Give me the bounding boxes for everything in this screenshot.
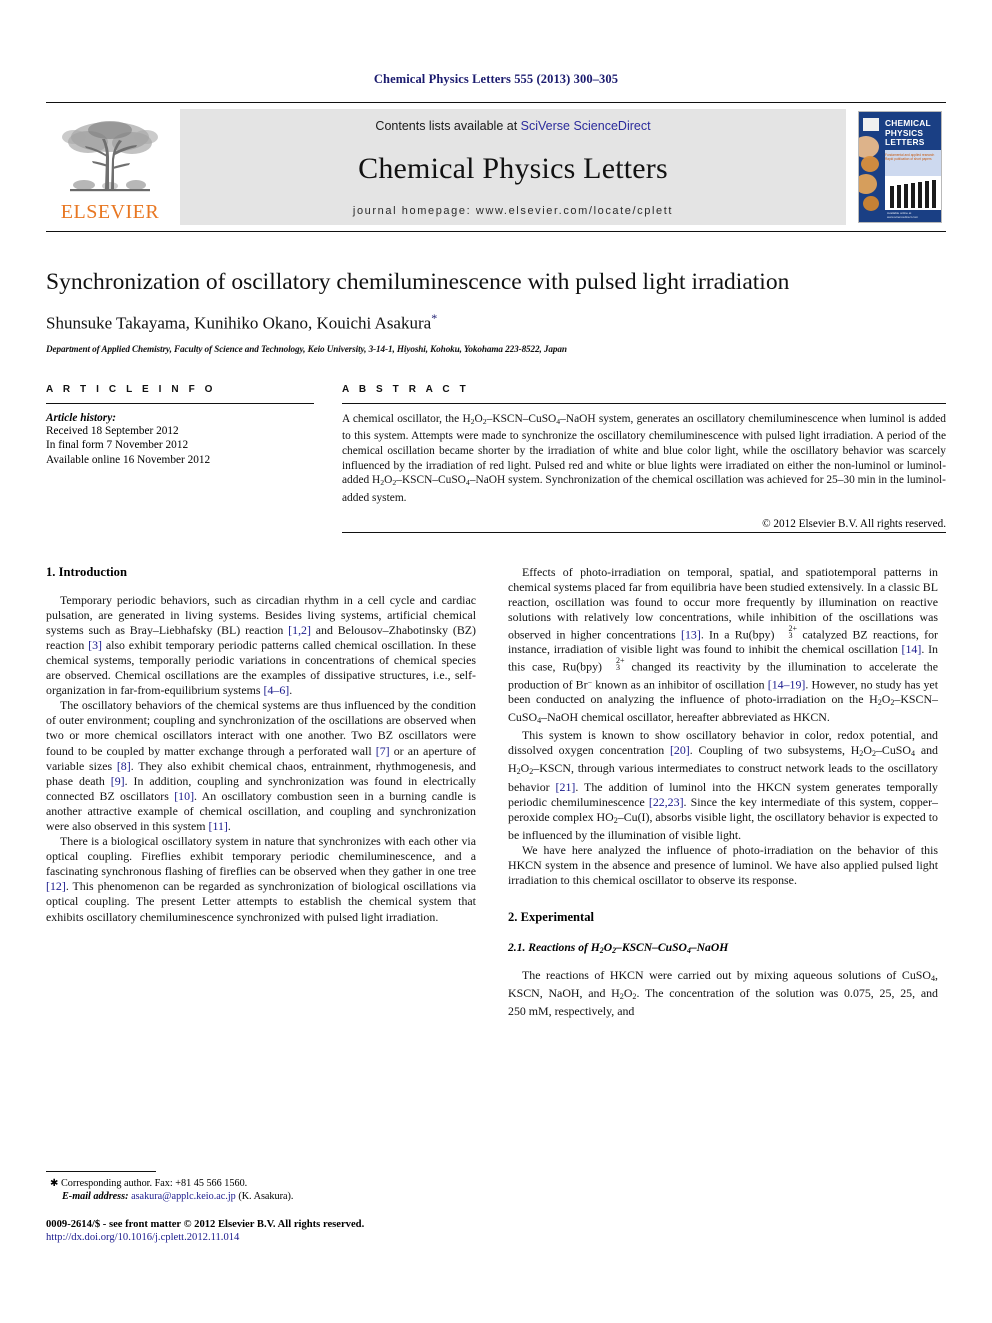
article-available-online-date: Available online 16 November 2012 <box>46 453 211 466</box>
abstract-rule <box>342 402 946 404</box>
email-address-label: E-mail address: <box>62 1190 129 1202</box>
journal-cover-thumbnail: CHEMICAL PHYSICS LETTERS Fundamental and… <box>858 111 942 223</box>
email-note: E-mail address: asakura@applc.keio.ac.jp… <box>46 1190 476 1203</box>
article-received-date: Received 18 September 2012 <box>46 424 179 437</box>
journal-cover-cell: CHEMICAL PHYSICS LETTERS Fundamental and… <box>854 103 946 231</box>
journal-homepage-link[interactable]: journal homepage: www.elsevier.com/locat… <box>353 205 673 217</box>
doi-link[interactable]: http://dx.doi.org/10.1016/j.cplett.2012.… <box>46 1231 476 1244</box>
author-affiliation: Department of Applied Chemistry, Faculty… <box>46 343 567 354</box>
right-paragraph-1: Effects of photo-irradiation on temporal… <box>508 564 939 726</box>
running-head: Chemical Physics Letters 555 (2013) 300–… <box>373 72 619 86</box>
corresponding-author-marker: * <box>431 311 438 325</box>
cover-title: CHEMICAL PHYSICS LETTERS <box>885 118 931 148</box>
article-final-form-date: In final form 7 November 2012 <box>46 439 189 452</box>
footnote-area: ✱ Corresponding author. Fax: +81 45 566 … <box>46 1170 476 1245</box>
right-paragraph-2: This system is known to show oscillatory… <box>508 728 938 842</box>
article-history-label: Article history: <box>46 411 116 424</box>
intro-paragraph-2: The oscillatory behaviors of the chemica… <box>46 698 477 833</box>
article-body: 1. Introduction Temporary periodic behav… <box>46 565 946 1245</box>
sciencedirect-link[interactable]: SciVerse ScienceDirect <box>521 119 651 133</box>
abstract-copyright: © 2012 Elsevier B.V. All rights reserved… <box>762 517 946 530</box>
cover-barcode-graphic <box>885 176 941 210</box>
title-block: Synchronization of oscillatory chemilumi… <box>46 268 946 354</box>
elsevier-logo: ELSEVIER <box>46 103 174 231</box>
elsevier-wordmark: ELSEVIER <box>60 200 160 223</box>
email-address-link[interactable]: asakura@applc.keio.ac.jp <box>131 1191 236 1202</box>
issn-copyright-block: 0009-2614/$ - see front matter © 2012 El… <box>46 1218 476 1245</box>
abstract-heading: A B S T R A C T <box>342 383 470 395</box>
abstract-body: A chemical oscillator, the H2O2–KSCN–CuS… <box>342 412 947 504</box>
corresponding-author-note: ✱ Corresponding author. Fax: +81 45 566 … <box>46 1177 476 1190</box>
contents-prefix: Contents lists available at <box>375 119 521 133</box>
section-heading-introduction: 1. Introduction <box>46 564 127 579</box>
corresponding-author-text: Corresponding author. Fax: +81 45 566 15… <box>60 1177 248 1189</box>
journal-article-page: Chemical Physics Letters 555 (2013) 300–… <box>0 0 992 1323</box>
elsevier-tree-icon <box>62 120 158 191</box>
info-abstract-row: A R T I C L E I N F O Article history: R… <box>46 384 946 533</box>
body-column-right: Effects of photo-irradiation on temporal… <box>508 565 938 1245</box>
cover-subtitle: Fundamental and applied research Rapid p… <box>885 153 935 162</box>
experimental-paragraph-1: The reactions of HKCN were carried out b… <box>508 968 938 1019</box>
footnote-divider <box>46 1170 156 1172</box>
contents-available-line: Contents lists available at SciVerse Sci… <box>375 119 650 133</box>
intro-paragraph-3: There is a biological oscillatory system… <box>46 834 476 924</box>
intro-paragraph-1: Temporary periodic behaviors, such as ci… <box>46 592 477 698</box>
footnote-asterisk: ✱ <box>50 1177 59 1189</box>
body-column-left: 1. Introduction Temporary periodic behav… <box>46 565 476 1245</box>
journal-title: Chemical Physics Letters <box>358 152 668 185</box>
authors-names: Shunsuke Takayama, Kunihiko Okano, Kouic… <box>46 313 432 333</box>
article-info-rule <box>46 402 314 404</box>
abstract-column: A B S T R A C T A chemical oscillator, t… <box>342 384 946 533</box>
cover-footer: Available online at www.sciencedirect.co… <box>887 211 919 219</box>
email-owner: (K. Asakura). <box>238 1190 294 1202</box>
article-title: Synchronization of oscillatory chemilumi… <box>46 269 790 295</box>
masthead-center: Contents lists available at SciVerse Sci… <box>180 109 846 225</box>
author-list: Shunsuke Takayama, Kunihiko Okano, Kouic… <box>46 311 946 334</box>
issn-line: 0009-2614/$ - see front matter © 2012 El… <box>46 1218 365 1230</box>
cover-elsevier-badge <box>863 118 879 131</box>
journal-masthead: ELSEVIER Contents lists available at Sci… <box>46 102 946 232</box>
right-paragraph-3: We have here analyzed the influence of p… <box>508 842 938 888</box>
subsection-heading-reactions: 2.1. Reactions of H2O2–KSCN–CuSO4–NaOH <box>508 941 729 955</box>
article-info-heading: A R T I C L E I N F O <box>46 383 217 395</box>
abstract-bottom-rule <box>342 531 946 533</box>
section-heading-experimental: 2. Experimental <box>508 910 595 925</box>
article-info-column: A R T I C L E I N F O Article history: R… <box>46 384 314 533</box>
